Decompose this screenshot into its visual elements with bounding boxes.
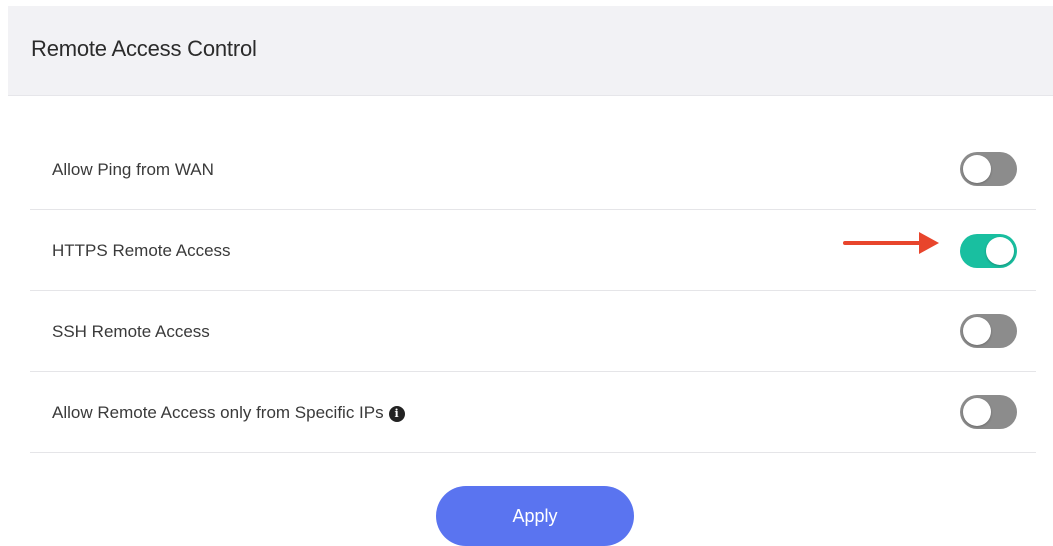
setting-row-ssh-remote: SSH Remote Access <box>30 291 1036 372</box>
setting-row-allow-ping: Allow Ping from WAN <box>30 129 1036 210</box>
arrow-right-icon <box>843 232 939 254</box>
https-remote-access-toggle[interactable] <box>960 234 1017 268</box>
apply-button[interactable]: Apply <box>436 486 634 546</box>
toggle-knob <box>963 155 991 183</box>
setting-label-ssh-remote: SSH Remote Access <box>52 322 210 341</box>
toggle-knob <box>986 237 1014 265</box>
setting-label-https-remote: HTTPS Remote Access <box>52 241 231 260</box>
specific-ips-toggle[interactable] <box>960 395 1017 429</box>
ssh-remote-access-toggle[interactable] <box>960 314 1017 348</box>
page-title: Remote Access Control <box>31 36 257 61</box>
panel-header: Remote Access Control <box>8 6 1053 96</box>
setting-label-allow-ping: Allow Ping from WAN <box>52 160 214 179</box>
toggle-knob <box>963 317 991 345</box>
toggle-knob <box>963 398 991 426</box>
specific-ips-label-text: Allow Remote Access only from Specific I… <box>52 403 384 422</box>
setting-row-specific-ips: Allow Remote Access only from Specific I… <box>30 372 1036 453</box>
remote-access-panel: Remote Access Control Allow Ping from WA… <box>8 0 1053 546</box>
allow-ping-toggle[interactable] <box>960 152 1017 186</box>
setting-label-specific-ips: Allow Remote Access only from Specific I… <box>52 403 405 423</box>
info-icon[interactable]: i <box>388 406 405 422</box>
